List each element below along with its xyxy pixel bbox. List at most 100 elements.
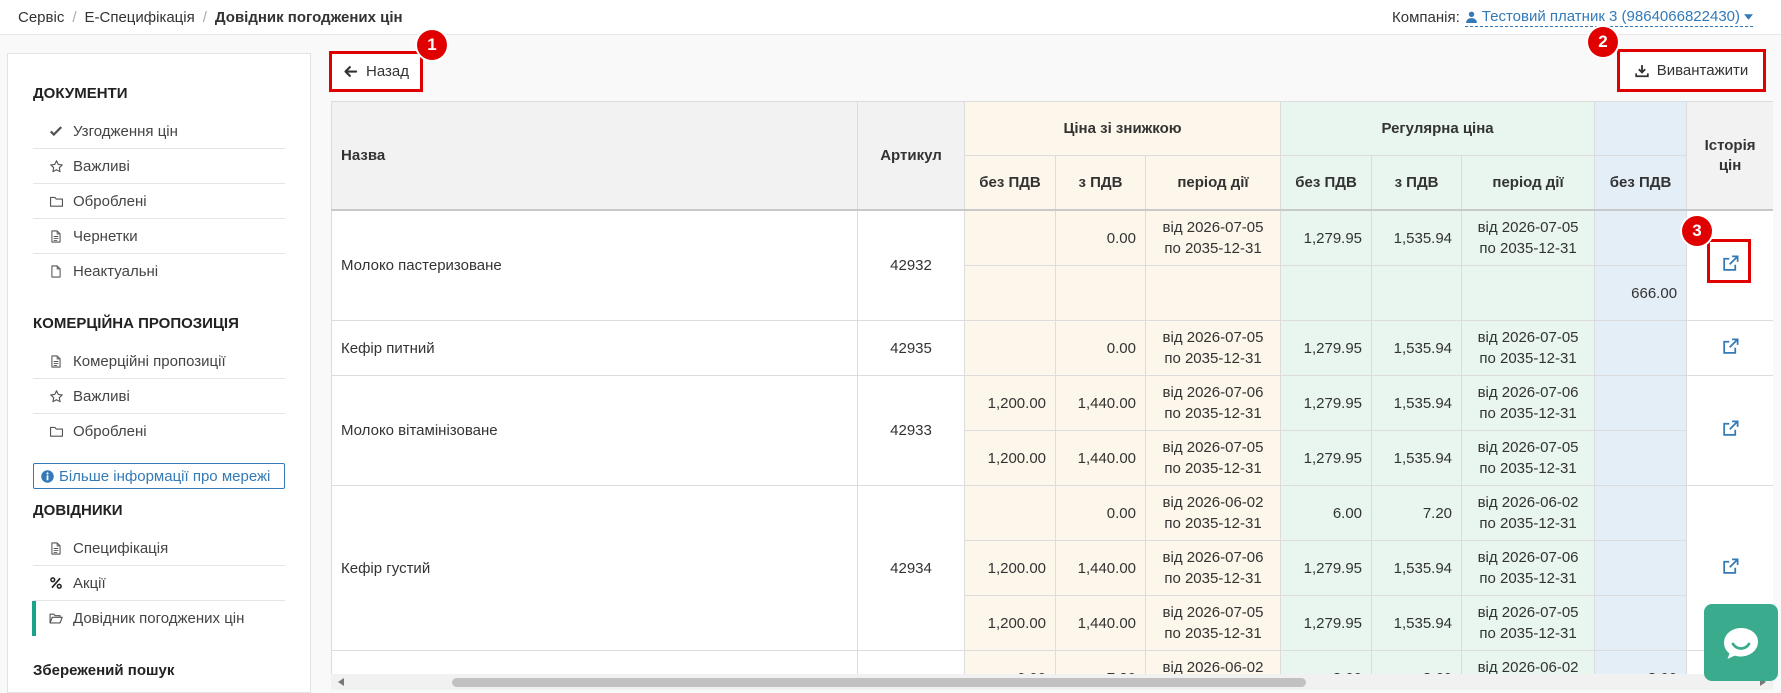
export-button[interactable]: Вивантажити bbox=[1617, 49, 1766, 92]
sidebar-item-documents-important[interactable]: Важливі bbox=[33, 149, 285, 184]
table-row: Кефір питний 42935 0.00 від 2026-07-05 по 20… bbox=[331, 320, 1773, 376]
regular-price-with-vat-cell: 1,535.94 bbox=[1371, 540, 1463, 596]
scrollbar-thumb[interactable] bbox=[452, 678, 1306, 687]
file-text-icon bbox=[48, 354, 64, 369]
back-button[interactable]: Назад bbox=[329, 51, 423, 92]
annotation-marker-3: 3 bbox=[1682, 216, 1712, 246]
sidebar-item-drafts[interactable]: Чернетки bbox=[33, 219, 285, 254]
sidebar-item-outdated[interactable]: Неактуальні bbox=[33, 254, 285, 289]
price-history-link[interactable] bbox=[1721, 254, 1740, 277]
folder-open-icon bbox=[48, 611, 64, 626]
article-cell bbox=[857, 650, 965, 674]
regular-price-with-vat-cell: 1,535.94 bbox=[1371, 320, 1463, 376]
price-history-header-label: Історія цін bbox=[1704, 136, 1756, 174]
price-history-link[interactable] bbox=[1721, 337, 1740, 360]
sidebar-item-label: Оброблені bbox=[73, 423, 147, 440]
discount-price-no-vat-cell: 6.00 bbox=[964, 650, 1056, 674]
sidebar-item-approved-prices-directory[interactable]: Довідник погоджених цін bbox=[32, 601, 285, 636]
regular-price-with-vat-cell: 1,535.94 bbox=[1371, 595, 1463, 651]
regular-price-with-vat-cell: 1,535.94 bbox=[1371, 430, 1463, 486]
period-to: по 2035-12-31 bbox=[1479, 625, 1577, 642]
network-info-label: Більше інформації про мережі bbox=[59, 467, 271, 485]
sidebar-item-specification[interactable]: Специфікація bbox=[33, 531, 285, 566]
period-from: від 2026-07-05 bbox=[1162, 219, 1264, 236]
folder-icon bbox=[48, 424, 64, 439]
article-cell: 42934 bbox=[857, 485, 965, 651]
company-dropdown[interactable]: Тестовий платник 3 (9864066822430) bbox=[1464, 7, 1753, 27]
discount-price-no-vat-cell bbox=[964, 485, 1056, 541]
discount-period-cell: від 2026-07-06 по 2035-12-31 bbox=[1144, 375, 1282, 431]
regular-price-with-vat-cell: 1,535.94 bbox=[1371, 375, 1463, 431]
period-from: від 2026-06-02 bbox=[1162, 659, 1264, 674]
discount-price-with-vat-cell: 1,440.00 bbox=[1055, 430, 1146, 486]
breadcrumb-separator: / bbox=[72, 8, 77, 26]
breadcrumb: Сервіс / Е-Специфікація / Довідник погод… bbox=[18, 0, 403, 34]
regular-period-header: період дії bbox=[1461, 155, 1596, 211]
extra-price-no-vat-cell bbox=[1594, 430, 1688, 486]
price-history-cell bbox=[1686, 320, 1773, 376]
sidebar-item-proposals-processed[interactable]: Оброблені bbox=[33, 414, 285, 449]
company-name: Тестовий платник 3 (9864066822430) bbox=[1481, 7, 1740, 25]
regular-price-no-vat-cell bbox=[1280, 265, 1373, 321]
price-history-link[interactable] bbox=[1721, 557, 1740, 580]
period-to: по 2035-12-31 bbox=[1164, 350, 1262, 367]
regular-price-no-vat-cell: 1,279.95 bbox=[1280, 320, 1373, 376]
breadcrumb-separator: / bbox=[202, 8, 207, 26]
price-history-column-header: Історія цін bbox=[1686, 101, 1773, 211]
article-cell: 42932 bbox=[857, 209, 965, 321]
period-from: від 2026-07-06 bbox=[1162, 384, 1264, 401]
period-to: по 2035-12-31 bbox=[1479, 515, 1577, 532]
sidebar-item-label: Оброблені bbox=[73, 192, 147, 210]
product-name-cell: Молоко вітамінізоване bbox=[331, 375, 858, 486]
sidebar-item-promotions[interactable]: Акції bbox=[33, 566, 285, 601]
sidebar-section-title-saved-search: Збережений пошук bbox=[33, 662, 175, 679]
horizontal-scrollbar[interactable] bbox=[331, 674, 1773, 690]
discount-price-with-vat-cell: 0.00 bbox=[1055, 320, 1146, 376]
period-to: по 2035-12-31 bbox=[1164, 515, 1262, 532]
table-header-row: Назва Артикул Ціна зі знижкою Регулярна … bbox=[331, 101, 1773, 211]
regular-price-no-vat-cell: 1,279.95 bbox=[1280, 375, 1373, 431]
discount-price-with-vat-cell: 7.20 bbox=[1055, 650, 1146, 674]
annotation-marker-1: 1 bbox=[417, 30, 447, 60]
discount-price-with-vat-cell bbox=[1055, 265, 1146, 321]
name-column-header[interactable]: Назва bbox=[331, 101, 858, 211]
external-link-icon bbox=[1721, 419, 1740, 442]
external-link-icon bbox=[1721, 254, 1740, 277]
discount-price-with-vat-cell: 0.00 bbox=[1055, 209, 1146, 266]
top-bar: Сервіс / Е-Специфікація / Довідник погод… bbox=[0, 0, 1781, 35]
discount-period-cell: від 2026-07-05 по 2035-12-31 bbox=[1144, 320, 1282, 376]
sidebar-section-title-references: ДОВІДНИКИ bbox=[33, 502, 123, 519]
network-info-button[interactable]: Більше інформації про мережі bbox=[33, 463, 285, 489]
regular-price-no-vat-cell: 3.00 bbox=[1280, 650, 1373, 674]
regular-price-no-vat-cell: 1,279.95 bbox=[1280, 209, 1373, 266]
sidebar-item-label: Комерційні пропозиції bbox=[73, 352, 226, 370]
sidebar-item-price-approval[interactable]: Узгодження цін bbox=[33, 114, 285, 149]
regular-price-with-vat-cell: 1,535.94 bbox=[1371, 209, 1463, 266]
period-from: від 2026-07-05 bbox=[1477, 329, 1579, 346]
period-from: від 2026-07-06 bbox=[1477, 384, 1579, 401]
scroll-left-arrow[interactable] bbox=[338, 678, 344, 686]
sidebar-item-label: Акції bbox=[73, 574, 106, 592]
period-from: від 2026-07-05 bbox=[1477, 604, 1579, 621]
chat-widget-button[interactable] bbox=[1704, 604, 1778, 681]
article-column-header[interactable]: Артикул bbox=[857, 101, 965, 211]
discount-price-no-vat-cell bbox=[964, 209, 1056, 266]
sidebar-item-proposals-important[interactable]: Важливі bbox=[33, 379, 285, 414]
period-from: від 2026-07-05 bbox=[1162, 439, 1264, 456]
sidebar-item-label: Важливі bbox=[73, 387, 130, 405]
extra-price-no-vat-cell bbox=[1594, 540, 1688, 596]
regular-price-with-vat-cell bbox=[1371, 265, 1463, 321]
breadcrumb-e-specification[interactable]: Е-Специфікація bbox=[85, 9, 195, 26]
annotation-marker-2: 2 bbox=[1588, 27, 1618, 57]
star-icon bbox=[48, 159, 64, 174]
sidebar-item-commercial-proposals[interactable]: Комерційні пропозиції bbox=[33, 344, 285, 379]
extra-price-no-vat-cell bbox=[1594, 320, 1688, 376]
regular-period-cell: від 2026-07-05 по 2035-12-31 bbox=[1461, 430, 1596, 486]
discount-price-with-vat-cell: 0.00 bbox=[1055, 485, 1146, 541]
regular-period-cell: від 2026-06-02по 2035-12-31 bbox=[1461, 650, 1596, 674]
percent-icon bbox=[48, 576, 64, 590]
sidebar-item-documents-processed[interactable]: Оброблені bbox=[33, 184, 285, 219]
price-history-link[interactable] bbox=[1721, 419, 1740, 442]
breadcrumb-service[interactable]: Сервіс bbox=[18, 9, 64, 26]
sidebar-section-title-documents: ДОКУМЕНТИ bbox=[33, 85, 128, 102]
